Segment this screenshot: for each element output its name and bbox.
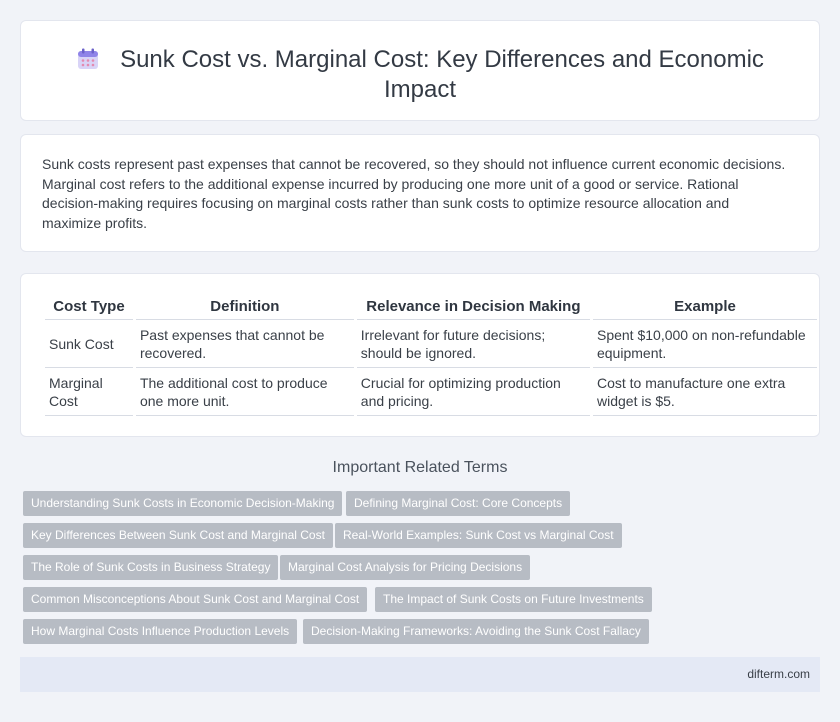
related-term-link[interactable]: Marginal Cost Analysis for Pricing Decis… (280, 555, 531, 580)
header-relevance: Relevance in Decision Making (356, 296, 590, 320)
related-term-link[interactable]: Understanding Sunk Costs in Economic Dec… (23, 491, 343, 516)
footer: difterm.com (20, 657, 820, 692)
table-row: Sunk Cost Past expenses that cannot be r… (45, 320, 817, 368)
table-cell: Cost to manufacture one extra widget is … (592, 368, 817, 416)
header-example: Example (592, 296, 817, 320)
table-cell: Sunk Cost (45, 320, 133, 368)
page-title: Sunk Cost vs. Marginal Cost: Key Differe… (21, 45, 819, 105)
related-term-link[interactable]: Common Misconceptions About Sunk Cost an… (23, 587, 368, 612)
related-term-link[interactable]: Defining Marginal Cost: Core Concepts (346, 491, 571, 516)
table-cell: Crucial for optimizing production and pr… (356, 368, 590, 416)
title-card: Sunk Cost vs. Marginal Cost: Key Differe… (20, 20, 820, 121)
comparison-table-card: Cost Type Definition Relevance in Decisi… (20, 273, 820, 437)
header-definition: Definition (135, 296, 354, 320)
table-cell: The additional cost to produce one more … (135, 368, 354, 416)
related-term-link[interactable]: Key Differences Between Sunk Cost and Ma… (23, 523, 333, 548)
related-term-link[interactable]: Real-World Examples: Sunk Cost vs Margin… (335, 523, 622, 548)
related-terms-heading: Important Related Terms (332, 459, 508, 476)
related-term-link[interactable]: Decision-Making Frameworks: Avoiding the… (303, 619, 649, 644)
header-cost-type: Cost Type (45, 296, 133, 320)
related-term-link[interactable]: How Marginal Costs Influence Production … (23, 619, 298, 644)
related-term-link[interactable]: The Impact of Sunk Costs on Future Inves… (375, 587, 652, 612)
table-row: Marginal Cost The additional cost to pro… (45, 368, 817, 416)
intro-card: Sunk costs represent past expenses that … (20, 134, 820, 252)
intro-paragraph: Sunk costs represent past expenses that … (42, 156, 786, 231)
table-cell: Irrelevant for future decisions; should … (356, 320, 590, 368)
calendar-icon (78, 48, 99, 69)
table-cell: Spent $10,000 on non-refundable equipmen… (592, 320, 817, 368)
title-wrap: Sunk Cost vs. Marginal Cost: Key Differe… (21, 45, 819, 105)
page-title-text: Sunk Cost vs. Marginal Cost: Key Differe… (120, 46, 764, 103)
comparison-table: Cost Type Definition Relevance in Decisi… (42, 296, 820, 416)
related-term-link[interactable]: The Role of Sunk Costs in Business Strat… (23, 555, 279, 580)
table-header-row: Cost Type Definition Relevance in Decisi… (45, 296, 817, 320)
table-cell: Past expenses that cannot be recovered. (135, 320, 354, 368)
table-cell: Marginal Cost (45, 368, 133, 416)
footer-site[interactable]: difterm.com (747, 667, 810, 681)
